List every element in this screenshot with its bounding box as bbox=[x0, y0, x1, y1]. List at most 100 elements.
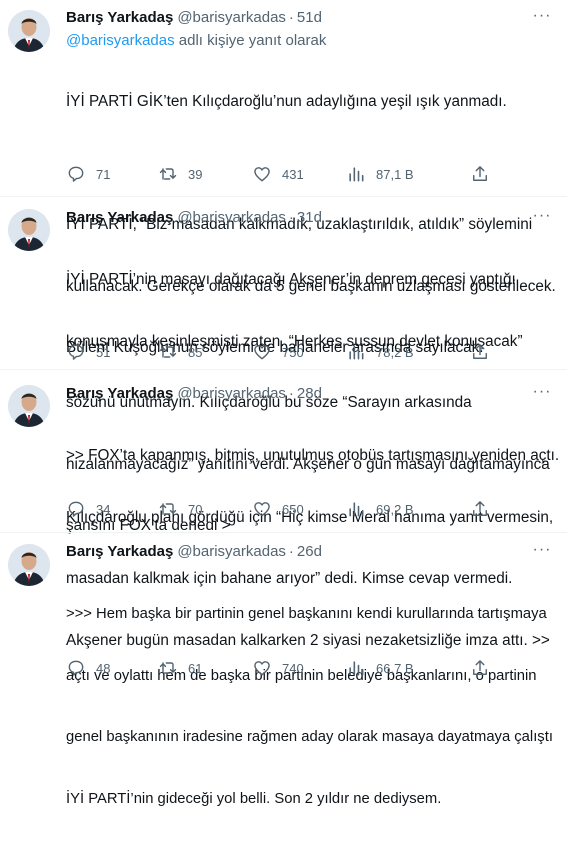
tweet-header: Barış Yarkadaş @barisyarkadas · 31d bbox=[66, 208, 322, 228]
reply-count: 48 bbox=[96, 660, 111, 676]
retweet-button[interactable]: 70 bbox=[158, 499, 202, 519]
views-chart-icon bbox=[349, 167, 364, 182]
heart-icon bbox=[254, 345, 270, 360]
profile-photo bbox=[8, 209, 50, 251]
tweet-line: >>> Hem başka bir partinin genel başkanı… bbox=[66, 606, 547, 622]
tweet[interactable]: Barış Yarkadaş @barisyarkadas · 26d ··· >>>… bbox=[0, 532, 567, 807]
share-button[interactable] bbox=[470, 658, 490, 678]
profile-photo bbox=[8, 10, 50, 52]
share-icon bbox=[473, 344, 487, 359]
views-button[interactable]: 78,2 B bbox=[346, 342, 414, 362]
like-count: 750 bbox=[282, 344, 304, 360]
share-icon bbox=[473, 660, 487, 675]
retweet-button[interactable]: 39 bbox=[158, 164, 202, 184]
author-name[interactable]: Barış Yarkadaş bbox=[66, 385, 173, 402]
author-handle[interactable]: @barisyarkadas bbox=[177, 9, 286, 26]
author-handle[interactable]: @barisyarkadas bbox=[177, 209, 286, 226]
like-button[interactable]: 431 bbox=[252, 164, 304, 184]
views-chart-icon bbox=[349, 345, 364, 360]
reply-count: 34 bbox=[96, 501, 111, 517]
avatar[interactable] bbox=[8, 544, 50, 586]
avatar[interactable] bbox=[8, 209, 50, 251]
author-handle[interactable]: @barisyarkadas bbox=[177, 543, 286, 560]
heart-icon bbox=[254, 661, 270, 676]
retweet-button[interactable]: 85 bbox=[158, 342, 202, 362]
avatar[interactable] bbox=[8, 385, 50, 427]
tweet[interactable]: Barış Yarkadaş @barisyarkadas · 51d ··· @ba… bbox=[0, 0, 567, 356]
share-button[interactable] bbox=[470, 164, 490, 184]
separator-dot: · bbox=[288, 9, 294, 26]
views-chart-icon bbox=[349, 502, 364, 517]
more-dots-icon[interactable]: ··· bbox=[531, 208, 553, 229]
author-handle[interactable]: @barisyarkadas bbox=[177, 385, 286, 402]
reply-button[interactable]: 51 bbox=[66, 342, 110, 362]
heart-icon bbox=[254, 167, 270, 182]
tweet-header: Barış Yarkadaş @barisyarkadas · 26d bbox=[66, 542, 322, 562]
like-count: 431 bbox=[282, 166, 304, 182]
separator-dot: · bbox=[288, 385, 294, 402]
share-button[interactable] bbox=[470, 342, 490, 362]
heart-icon bbox=[254, 502, 270, 517]
tweet[interactable]: Barış Yarkadaş @barisyarkadas · 31d ··· İYİ… bbox=[0, 196, 567, 534]
profile-photo bbox=[8, 385, 50, 427]
share-button[interactable] bbox=[470, 499, 490, 519]
retweet-count: 85 bbox=[188, 344, 203, 360]
like-button[interactable]: 740 bbox=[252, 658, 304, 678]
views-count: 78,2 B bbox=[376, 344, 414, 360]
author-name[interactable]: Barış Yarkadaş bbox=[66, 9, 173, 26]
like-count: 740 bbox=[282, 660, 304, 676]
replying-to: @barisyarkadas adlı kişiye yanıt olarak bbox=[66, 31, 326, 51]
tweet-line: >> FOX’ta kapanmış, bitmiş, unutulmuş ot… bbox=[66, 447, 560, 464]
reply-icon bbox=[68, 501, 84, 517]
timestamp[interactable]: 31d bbox=[297, 209, 322, 226]
tweet-line: genel başkanının iradesine rağmen aday o… bbox=[66, 729, 553, 745]
retweet-icon bbox=[159, 346, 177, 358]
tweet-text: >>> Hem başka bir partinin genel başkanı… bbox=[66, 563, 553, 850]
more-dots-icon[interactable]: ··· bbox=[531, 8, 553, 29]
retweet-button[interactable]: 61 bbox=[158, 658, 202, 678]
views-button[interactable]: 66,7 B bbox=[346, 658, 414, 678]
reply-button[interactable]: 71 bbox=[66, 164, 110, 184]
like-button[interactable]: 750 bbox=[252, 342, 304, 362]
author-name[interactable]: Barış Yarkadaş bbox=[66, 209, 173, 226]
more-dots-icon[interactable]: ··· bbox=[531, 542, 553, 563]
timestamp[interactable]: 26d bbox=[297, 543, 322, 560]
action-bar: 51 85 750 78,2 B bbox=[66, 342, 496, 362]
tweet-line: İYİ PARTİ’nin gideceği yol belli. Son 2 … bbox=[66, 790, 442, 807]
action-bar: 34 70 650 69,2 B bbox=[66, 499, 496, 519]
retweet-icon bbox=[159, 168, 177, 180]
avatar[interactable] bbox=[8, 10, 50, 52]
views-button[interactable]: 69,2 B bbox=[346, 499, 414, 519]
retweet-icon bbox=[159, 503, 177, 515]
retweet-count: 39 bbox=[188, 166, 203, 182]
separator-dot: · bbox=[288, 209, 294, 226]
views-count: 66,7 B bbox=[376, 660, 414, 676]
tweet-line: İYİ PARTİ’nin masayı dağıtacağı Akşener’… bbox=[66, 271, 516, 288]
like-button[interactable]: 650 bbox=[252, 499, 304, 519]
views-button[interactable]: 87,1 B bbox=[346, 164, 414, 184]
timestamp[interactable]: 51d bbox=[297, 9, 322, 26]
tweet[interactable]: Barış Yarkadaş @barisyarkadas · 28d ··· >> … bbox=[0, 369, 567, 649]
more-dots-icon[interactable]: ··· bbox=[531, 384, 553, 405]
mention-link[interactable]: @barisyarkadas bbox=[66, 32, 175, 49]
reply-button[interactable]: 34 bbox=[66, 499, 110, 519]
tweet-line: İYİ PARTİ GİK’ten Kılıçdaroğlu’nun adayl… bbox=[66, 93, 507, 110]
reply-icon bbox=[68, 344, 84, 360]
retweet-icon bbox=[159, 662, 177, 674]
separator-dot: · bbox=[288, 543, 294, 560]
tweet-header: Barış Yarkadaş @barisyarkadas · 51d bbox=[66, 8, 322, 28]
views-count: 69,2 B bbox=[376, 501, 414, 517]
timestamp[interactable]: 28d bbox=[297, 385, 322, 402]
views-chart-icon bbox=[349, 661, 364, 676]
replying-to-text: adlı kişiye yanıt olarak bbox=[174, 32, 327, 49]
tweet-header: Barış Yarkadaş @barisyarkadas · 28d bbox=[66, 384, 322, 404]
retweet-count: 61 bbox=[188, 660, 203, 676]
author-name[interactable]: Barış Yarkadaş bbox=[66, 543, 173, 560]
action-bar: 71 39 431 87,1 B bbox=[66, 164, 496, 184]
reply-count: 51 bbox=[96, 344, 111, 360]
reply-button[interactable]: 48 bbox=[66, 658, 110, 678]
reply-icon bbox=[68, 660, 84, 676]
retweet-count: 70 bbox=[188, 501, 203, 517]
profile-photo bbox=[8, 544, 50, 586]
views-count: 87,1 B bbox=[376, 166, 414, 182]
